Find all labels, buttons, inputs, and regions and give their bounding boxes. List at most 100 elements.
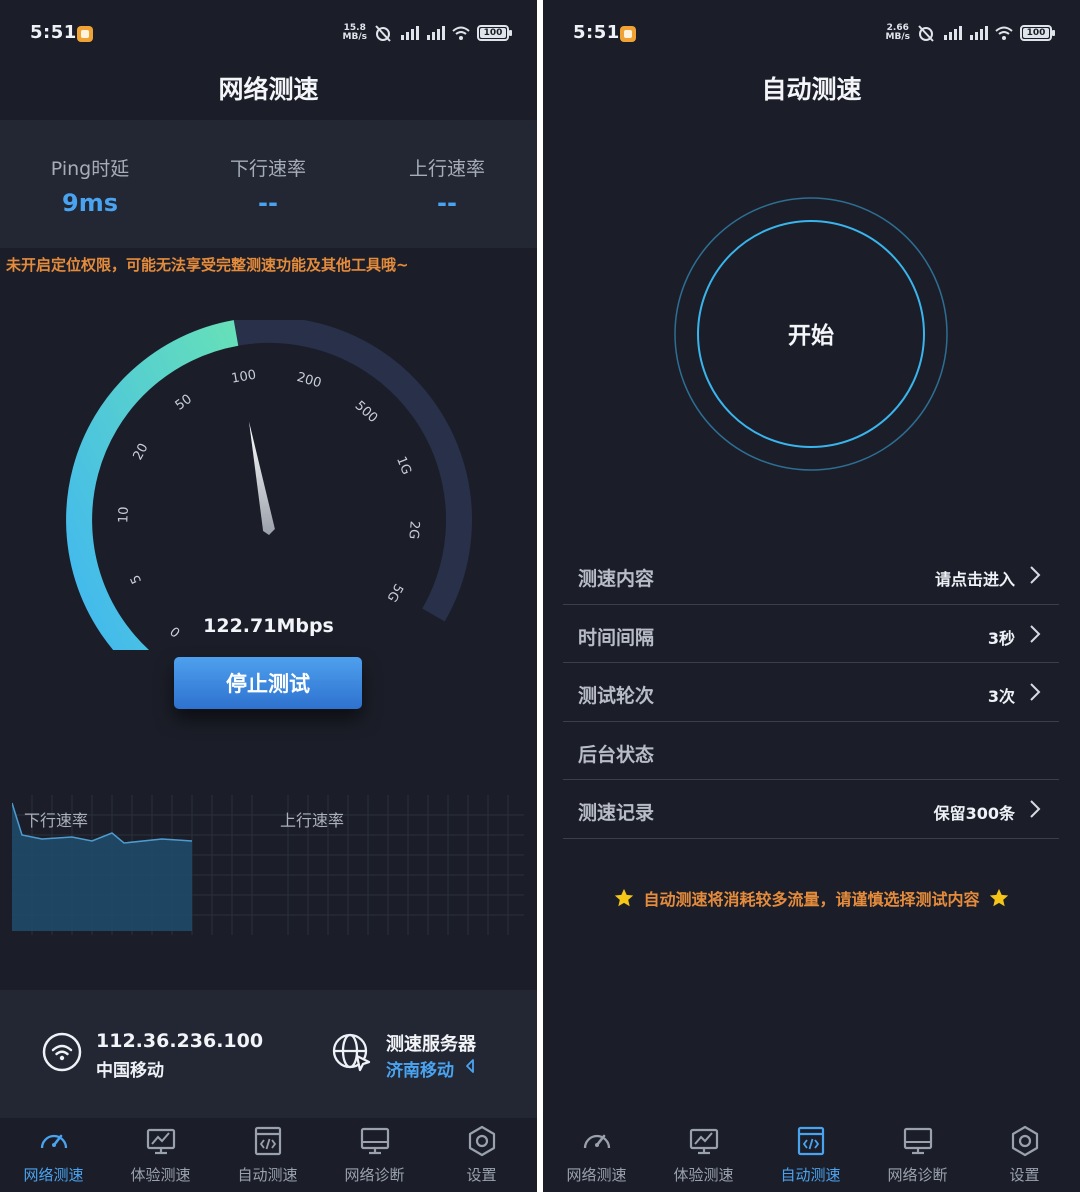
metric-label: Ping时延 [50, 158, 130, 180]
monitor-icon [903, 1127, 933, 1155]
gauge-tick-label: 5 [128, 572, 145, 586]
tab-label: 自动测速 [780, 1166, 841, 1184]
tab-label: 网络诊断 [887, 1166, 948, 1184]
tab-0[interactable]: 网络测速 [0, 1118, 107, 1192]
battery-icon: 100 [477, 25, 512, 41]
tab-2[interactable]: 自动测速 [214, 1118, 321, 1192]
chart-monitor-icon [689, 1128, 719, 1155]
tab-4[interactable]: 设置 [971, 1118, 1078, 1192]
speed-graphs: 下行速率 上行速率 [11, 795, 524, 935]
gauge-needle [249, 421, 275, 535]
caret-left-icon[interactable] [464, 1058, 476, 1074]
network-speed: 2.66 MB/s [885, 23, 910, 42]
gauge-progress [66, 320, 239, 650]
gauge-tick-label: 5G [384, 581, 406, 604]
tab-label: 体验测速 [673, 1166, 734, 1184]
metric-value: 9ms [62, 189, 118, 217]
star-icon [989, 888, 1008, 907]
data-usage-notice: 自动测速将消耗较多流量，请谨慎选择测试内容 [543, 886, 1080, 910]
metrics-band: Ping时延 9ms 下行速率 -- 上行速率 -- [0, 120, 537, 248]
location-permission-warning[interactable]: 未开启定位权限，可能无法享受完整测速功能及其他工具哦~ [6, 254, 409, 275]
signal-icon [427, 26, 445, 40]
chevron-right-icon [1030, 566, 1041, 584]
status-icons: 2.66 MB/s 100 [885, 23, 1055, 42]
start-button[interactable]: 开始 [697, 219, 925, 447]
tab-4[interactable]: 设置 [428, 1118, 535, 1192]
download-metric: 下行速率 -- [178, 154, 358, 217]
gauge-tick-label: 20 [130, 441, 151, 463]
tab-2[interactable]: 自动测速 [757, 1118, 864, 1192]
gauge-tick-label: 50 [173, 392, 195, 414]
settings-row-interval[interactable]: 时间间隔 3秒 [563, 605, 1059, 664]
status-bar: 5:51 2.66 MB/s 100 [543, 0, 1080, 60]
server-selector[interactable]: 济南移动 [386, 1056, 454, 1081]
ping-metric: Ping时延 9ms [0, 154, 180, 217]
tab-0[interactable]: 网络测速 [543, 1118, 650, 1192]
alarm-off-icon [918, 25, 934, 42]
row-value: 请点击进入 [934, 570, 1015, 589]
status-time: 5:51 [30, 22, 77, 43]
speed-test-screen: 5:51 15.8 MB/s 100 网络测速 Ping时延 9ms 下行速率 -… [0, 0, 537, 1192]
tab-label: 设置 [466, 1166, 497, 1184]
chevron-right-icon [1030, 683, 1041, 701]
settings-row-content[interactable]: 测速内容 请点击进入 [563, 546, 1059, 605]
ip-address: 112.36.236.100 [96, 1030, 264, 1052]
alarm-off-icon [375, 25, 391, 42]
gauge-tick-label: 500 [352, 398, 380, 426]
tab-label: 体验测速 [130, 1166, 191, 1184]
settings-row-rounds[interactable]: 测试轮次 3次 [563, 663, 1059, 722]
wifi-icon [42, 1032, 82, 1072]
wifi-icon [452, 26, 470, 40]
app-notification-icon [77, 26, 93, 42]
network-speed: 15.8 MB/s [342, 23, 367, 42]
bottom-tab-bar: 网络测速 体验测速 自动测速 网络诊断 设置 [0, 1118, 537, 1192]
page-title: 自动测速 [761, 75, 862, 104]
row-label: 时间间隔 [578, 626, 655, 649]
gauge-icon [40, 1134, 68, 1149]
bottom-tab-bar: 网络测速 体验测速 自动测速 网络诊断 设置 [543, 1118, 1080, 1192]
chevron-right-icon [1030, 624, 1041, 643]
tab-3[interactable]: 网络诊断 [321, 1118, 428, 1192]
auto-test-settings: 测速内容 请点击进入 时间间隔 3秒 测试轮次 3次 后台状态 测速记录 保留3… [563, 546, 1059, 839]
tab-label: 自动测速 [237, 1166, 298, 1184]
gauge-tick-label: 200 [295, 370, 323, 391]
row-value: 保留300条 [933, 804, 1015, 824]
stop-test-button[interactable]: 停止测试 [174, 657, 362, 709]
settings-row-records[interactable]: 测速记录 保留300条 [563, 780, 1059, 839]
upload-metric: 上行速率 -- [357, 154, 537, 217]
page-title: 网络测速 [218, 75, 319, 104]
chart-monitor-icon [146, 1128, 176, 1155]
row-label: 测速记录 [578, 802, 655, 825]
gauge-tick-label: 1G [393, 454, 414, 477]
metric-label: 下行速率 [229, 158, 306, 180]
row-label: 测速内容 [578, 568, 655, 590]
globe-cursor-icon[interactable] [331, 1032, 373, 1074]
status-bar: 5:51 15.8 MB/s 100 [0, 0, 537, 60]
row-value: 3秒 [987, 628, 1015, 648]
row-label: 测试轮次 [578, 685, 655, 708]
row-label: 后台状态 [578, 743, 655, 766]
tab-label: 网络测速 [566, 1166, 627, 1184]
metric-value: -- [437, 189, 457, 217]
signal-icon [970, 26, 988, 40]
metric-value: -- [258, 189, 278, 217]
gauge-icon [583, 1134, 611, 1149]
tab-1[interactable]: 体验测速 [650, 1118, 757, 1192]
speed-gauge: 05102050100 2005001G2G5G [66, 320, 472, 650]
app-notification-icon [620, 26, 636, 42]
star-icon [615, 888, 634, 907]
gauge-tick-label: 10 [116, 506, 132, 523]
gauge-tick-label: 2G [405, 520, 421, 539]
tab-3[interactable]: 网络诊断 [864, 1118, 971, 1192]
notice-text: 自动测速将消耗较多流量，请谨慎选择测试内容 [643, 890, 980, 909]
gauge-tick-label: 100 [230, 368, 257, 387]
server-title: 测速服务器 [386, 1034, 476, 1055]
hexagon-settings-icon [468, 1125, 496, 1157]
status-time: 5:51 [573, 22, 620, 43]
row-value: 3次 [987, 687, 1015, 707]
wifi-icon [995, 26, 1013, 40]
settings-row-background-status[interactable]: 后台状态 [563, 722, 1059, 781]
tab-1[interactable]: 体验测速 [107, 1118, 214, 1192]
code-window-icon [254, 1126, 282, 1156]
auto-test-screen: 5:51 2.66 MB/s 100 自动测速 开始 测速内容 请点击进入 时间间… [543, 0, 1080, 1192]
